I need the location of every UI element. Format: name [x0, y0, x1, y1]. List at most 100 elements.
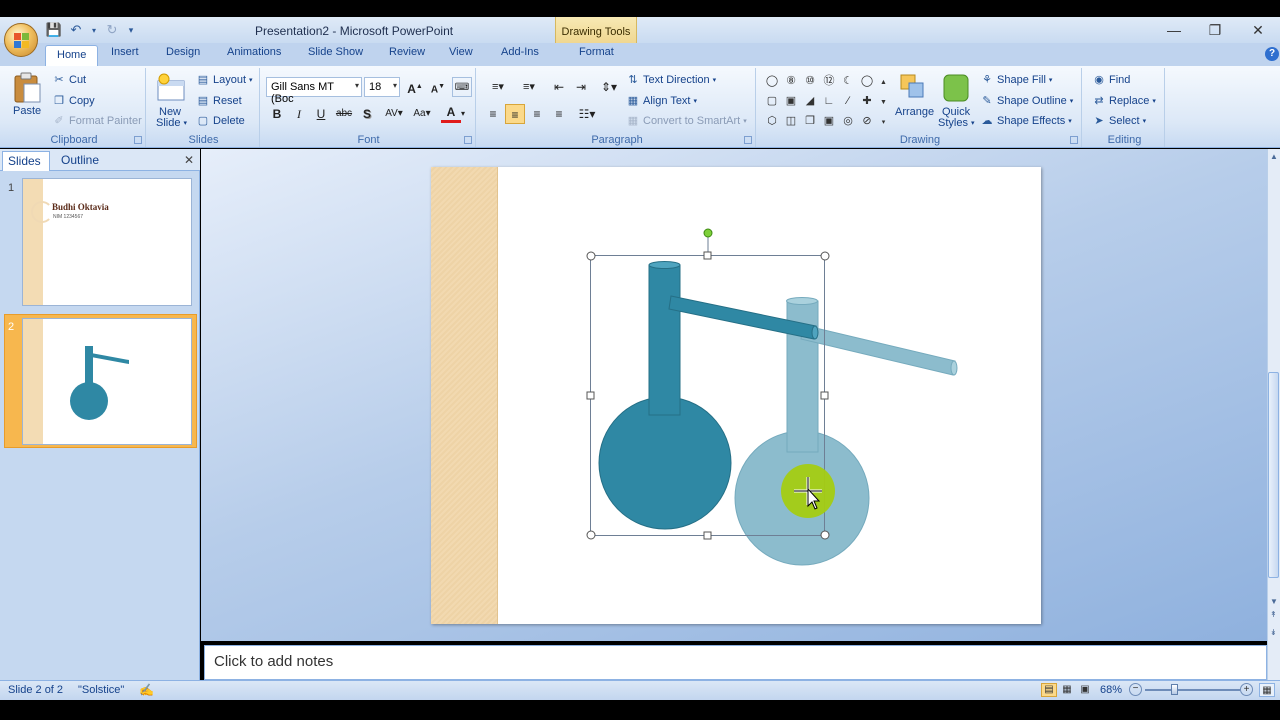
- bullets-icon[interactable]: ≡▾: [484, 77, 512, 97]
- tab-home[interactable]: Home: [45, 45, 99, 67]
- undo-icon[interactable]: ↶: [68, 22, 84, 38]
- office-button[interactable]: [4, 23, 38, 57]
- shape-donut-icon[interactable]: ◎: [840, 113, 856, 129]
- new-slide-icon[interactable]: [156, 73, 188, 103]
- shape-oval-icon[interactable]: ◯: [764, 73, 780, 89]
- shape-teardrop-icon[interactable]: ◯: [859, 73, 875, 89]
- clipboard-launcher-icon[interactable]: [134, 136, 142, 144]
- shape-circle-8-icon[interactable]: ⑧: [783, 73, 799, 89]
- resize-handle-top-right[interactable]: [820, 251, 830, 261]
- shape-frame-icon[interactable]: ▣: [783, 93, 799, 109]
- rotation-handle[interactable]: [703, 228, 713, 238]
- shrink-font-icon[interactable]: A▼: [428, 77, 448, 97]
- tab-animations[interactable]: Animations: [227, 46, 281, 58]
- align-center-icon[interactable]: ≡: [505, 104, 525, 124]
- shapes-scroll-down-icon[interactable]: ▼: [879, 95, 888, 111]
- zoom-slider-track[interactable]: [1145, 689, 1240, 691]
- new-slide-label-2[interactable]: Slide ▾: [156, 117, 187, 129]
- resize-handle-top[interactable]: [703, 251, 712, 260]
- next-slide-icon[interactable]: ↡: [1270, 628, 1277, 637]
- close-button[interactable]: ✕: [1247, 22, 1269, 38]
- grow-font-icon[interactable]: A▲: [405, 77, 425, 97]
- underline-icon[interactable]: U: [311, 104, 331, 124]
- help-icon[interactable]: ?: [1265, 47, 1279, 61]
- shape-circle-10-icon[interactable]: ⑩: [802, 73, 818, 89]
- quick-styles-icon[interactable]: [941, 72, 973, 102]
- resize-handle-bottom-right[interactable]: [820, 530, 830, 540]
- reset-button[interactable]: ▤ Reset: [196, 94, 242, 108]
- justify-icon[interactable]: ≡: [549, 104, 569, 124]
- minimize-button[interactable]: —: [1163, 22, 1185, 38]
- text-direction-button[interactable]: ⇅ Text Direction ▾: [626, 73, 716, 87]
- close-pane-icon[interactable]: ✕: [184, 153, 194, 167]
- convert-smartart-button[interactable]: ▦ Convert to SmartArt ▾: [626, 114, 747, 128]
- paragraph-launcher-icon[interactable]: [744, 136, 752, 144]
- tab-add-ins[interactable]: Add-Ins: [501, 46, 539, 58]
- shape-half-frame-icon[interactable]: ◢: [802, 93, 818, 109]
- resize-handle-top-left[interactable]: [586, 251, 596, 261]
- shape-moon-icon[interactable]: ☾: [840, 73, 856, 89]
- paste-button[interactable]: Paste: [13, 105, 41, 117]
- notes-pane[interactable]: Click to add notes: [204, 645, 1267, 680]
- delete-button[interactable]: ▢ Delete: [196, 114, 245, 128]
- previous-slide-icon[interactable]: ↟: [1270, 610, 1277, 619]
- redo-icon[interactable]: ↻: [104, 22, 120, 38]
- resize-handle-right[interactable]: [820, 391, 829, 400]
- replace-button[interactable]: ⇄ Replace ▾: [1092, 94, 1155, 108]
- arrange-icon[interactable]: [898, 72, 930, 102]
- scroll-up-icon[interactable]: ▲: [1270, 152, 1278, 161]
- text-shadow-icon[interactable]: S: [357, 104, 377, 124]
- font-launcher-icon[interactable]: [464, 136, 472, 144]
- zoom-in-icon[interactable]: +: [1240, 683, 1253, 696]
- select-button[interactable]: ➤ Select ▾: [1092, 114, 1146, 128]
- tab-insert[interactable]: Insert: [111, 46, 139, 58]
- vertical-scroll-thumb[interactable]: [1268, 372, 1279, 578]
- quick-styles-label-2[interactable]: Styles ▾: [938, 117, 974, 129]
- copy-button[interactable]: ❐ Copy: [52, 94, 95, 108]
- cut-button[interactable]: ✂ Cut: [52, 73, 86, 87]
- save-icon[interactable]: 💾: [46, 22, 62, 38]
- increase-indent-icon[interactable]: ⇥: [571, 77, 591, 97]
- shape-bevel-icon[interactable]: ▣: [821, 113, 837, 129]
- spell-check-icon[interactable]: ✍: [139, 683, 154, 697]
- slide-1-thumbnail[interactable]: Budhi Oktavia NIM 1234567: [22, 178, 192, 306]
- format-painter-button[interactable]: ✐ Format Painter: [52, 114, 141, 128]
- find-button[interactable]: ◉ Find: [1092, 73, 1130, 87]
- columns-icon[interactable]: ☷▾: [574, 104, 600, 124]
- bold-icon[interactable]: B: [267, 104, 287, 124]
- shapes-more-icon[interactable]: ▾: [879, 115, 888, 131]
- shape-line-icon[interactable]: ∕: [840, 93, 856, 109]
- shape-rounded-rect-icon[interactable]: ▢: [764, 93, 780, 109]
- shape-fill-button[interactable]: ⚘ Shape Fill ▾: [980, 73, 1052, 87]
- shape-hexagon-icon[interactable]: ⬡: [764, 113, 780, 129]
- tab-format[interactable]: Format: [579, 46, 614, 58]
- tab-slides[interactable]: Slides: [2, 151, 50, 171]
- line-spacing-icon[interactable]: ⇕▾: [596, 77, 622, 97]
- font-color-dropdown-icon[interactable]: ▾: [458, 104, 468, 124]
- shape-cube-icon[interactable]: ❐: [802, 113, 818, 129]
- layout-button[interactable]: ▤ Layout ▾: [196, 73, 253, 87]
- fit-to-window-icon[interactable]: ▦: [1259, 683, 1275, 697]
- resize-handle-bottom-left[interactable]: [586, 530, 596, 540]
- tab-view[interactable]: View: [449, 46, 473, 58]
- paste-icon[interactable]: [12, 72, 44, 103]
- italic-icon[interactable]: I: [289, 104, 309, 124]
- undo-dropdown-icon[interactable]: ▾: [90, 22, 98, 38]
- zoom-level[interactable]: 68%: [1100, 684, 1122, 696]
- align-right-icon[interactable]: ≡: [527, 104, 547, 124]
- normal-view-icon[interactable]: ▤: [1041, 683, 1057, 697]
- character-spacing-icon[interactable]: AV▾: [381, 104, 407, 124]
- zoom-out-icon[interactable]: −: [1129, 683, 1142, 696]
- drawing-launcher-icon[interactable]: [1070, 136, 1078, 144]
- shape-circle-12-icon[interactable]: ⑫: [821, 73, 837, 89]
- clear-formatting-icon[interactable]: ⌨: [452, 77, 472, 97]
- slide-sorter-view-icon[interactable]: ▦: [1059, 683, 1075, 697]
- slide-2-thumbnail[interactable]: [22, 318, 192, 445]
- slide-show-view-icon[interactable]: ▣: [1077, 683, 1093, 697]
- align-text-button[interactable]: ▦ Align Text ▾: [626, 94, 697, 108]
- resize-handle-bottom[interactable]: [703, 531, 712, 540]
- change-case-icon[interactable]: Aa▾: [409, 104, 435, 124]
- shape-effects-button[interactable]: ☁ Shape Effects ▾: [980, 114, 1072, 128]
- numbering-icon[interactable]: ≡▾: [515, 77, 543, 97]
- shape-no-symbol-icon[interactable]: ⊘: [859, 113, 875, 129]
